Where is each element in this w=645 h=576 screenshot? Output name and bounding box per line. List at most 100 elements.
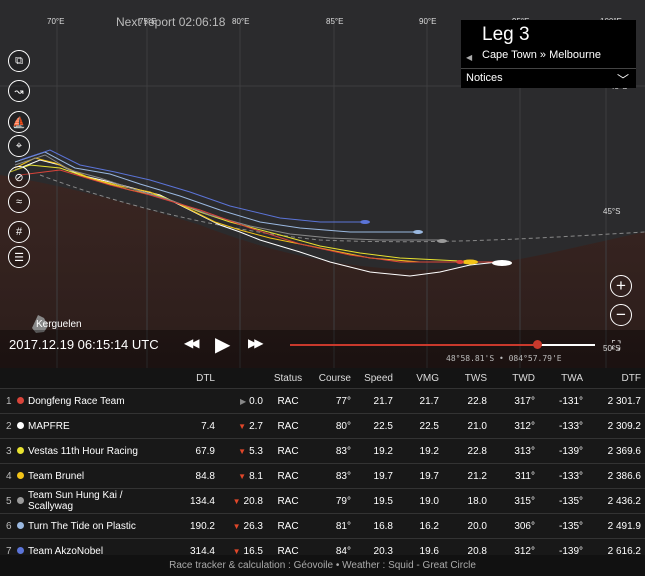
rank-cell: 3: [0, 438, 16, 464]
table-row[interactable]: 6 Turn The Tide on Plastic 190.2 ▼ 26.3 RAC 81…: [0, 513, 645, 539]
team-dot-icon: [17, 471, 24, 479]
column-header[interactable]: Status: [267, 368, 309, 389]
route-icon[interactable]: ↝: [8, 80, 30, 102]
dtf-cell: 2 309.2: [587, 413, 645, 439]
footer-credits: Race tracker & calculation : Géovoile • …: [0, 555, 645, 576]
boat-icon[interactable]: ⛵: [8, 111, 30, 133]
layers-icon[interactable]: ☰: [8, 246, 30, 268]
column-header[interactable]: TWA: [539, 368, 587, 389]
team-dot-icon: [17, 421, 24, 429]
table-row[interactable]: 3 Vestas 11th Hour Racing 67.9 ▼ 5.3 RAC 83° 19…: [0, 438, 645, 464]
team-dot-icon: [17, 521, 24, 529]
team-color-dot: [16, 513, 24, 539]
race-map[interactable]: 70°E 75°E 80°E 85°E 90°E 95°E 100°E 45°S…: [0, 0, 645, 388]
fullscreen-icon[interactable]: ⛶: [612, 338, 620, 353]
twd-cell: 311°: [491, 463, 539, 489]
team-name: Vestas 11th Hour Racing: [24, 438, 171, 464]
dtl-delta-cell: ▼ 26.3: [219, 513, 267, 539]
arrow-down-icon: ▼: [232, 521, 241, 531]
previous-leg-icon[interactable]: ◀: [466, 53, 472, 62]
team-dot-icon: [17, 496, 24, 504]
leg-route: Cape Town » Melbourne: [482, 49, 602, 61]
status-cell: RAC: [267, 438, 309, 464]
longitude-label: 85°E: [326, 17, 344, 26]
team-color-dot: [16, 438, 24, 464]
tws-cell: 20.0: [443, 513, 491, 539]
dtl-delta-value: 8.1: [249, 470, 263, 482]
table-row[interactable]: 5 Team Sun Hung Kai / Scallywag 134.4 ▼ 20.8…: [0, 488, 645, 514]
arrow-down-icon: ▼: [238, 446, 247, 456]
dtl-delta-cell: ▼ 20.8: [219, 488, 267, 514]
column-header[interactable]: TWS: [443, 368, 491, 389]
place-label: Kerguelen: [36, 319, 82, 330]
dtl-cell: 190.2: [171, 513, 219, 539]
rank-cell: 5: [0, 488, 16, 514]
vmg-cell: 19.7: [397, 463, 443, 489]
table-row[interactable]: 2 MAPFRE 7.4 ▼ 2.7 RAC 80° 22.5 22.5 21.0 312° -133…: [0, 413, 645, 439]
tws-cell: 22.8: [443, 438, 491, 464]
team-name: MAPFRE: [24, 413, 171, 439]
tws-cell: 21.2: [443, 463, 491, 489]
vmg-cell: 16.2: [397, 513, 443, 539]
compass-icon[interactable]: ⊘: [8, 166, 30, 188]
team-dot-icon: [17, 396, 24, 404]
column-header[interactable]: TWD: [491, 368, 539, 389]
vmg-cell: 21.7: [397, 388, 443, 414]
course-cell: 77°: [309, 388, 355, 414]
course-cell: 81°: [309, 513, 355, 539]
status-cell: RAC: [267, 463, 309, 489]
dtl-delta-cell: ▼ 8.1: [219, 463, 267, 489]
rank-cell: 1: [0, 388, 16, 414]
timeline-remaining[interactable]: [537, 344, 595, 346]
column-header[interactable]: DTF: [587, 368, 645, 389]
twd-cell: 312°: [491, 413, 539, 439]
speed-cell: 21.7: [355, 388, 397, 414]
dtl-delta-cell: ▼ 2.7: [219, 413, 267, 439]
twa-cell: -135°: [539, 513, 587, 539]
dtl-cell: 67.9: [171, 438, 219, 464]
vmg-cell: 22.5: [397, 413, 443, 439]
course-cell: 80°: [309, 413, 355, 439]
table-row[interactable]: 1 Dongfeng Race Team ▶ 0.0 RAC 77° 21.7 21.7 22.…: [0, 388, 645, 414]
status-cell: RAC: [267, 413, 309, 439]
table-header-row: DTL Status Course Speed VMG TWS TWD TWA …: [0, 368, 645, 389]
longitude-label: 90°E: [419, 17, 437, 26]
arrow-right-icon: ▶: [239, 396, 247, 406]
dtf-cell: 2 301.7: [587, 388, 645, 414]
zoom-in-button[interactable]: +: [610, 275, 632, 297]
chevron-down-icon: ﹀: [616, 73, 629, 87]
pin-icon[interactable]: ⌖: [8, 135, 30, 157]
arrow-down-icon: ▼: [232, 496, 241, 506]
status-cell: RAC: [267, 513, 309, 539]
column-header[interactable]: DTL: [171, 368, 219, 389]
dtl-delta-value: 2.7: [249, 420, 263, 432]
course-cell: 83°: [309, 463, 355, 489]
speed-cell: 16.8: [355, 513, 397, 539]
speed-cell: 19.7: [355, 463, 397, 489]
notices-dropdown[interactable]: Notices ﹀: [461, 68, 636, 88]
play-button[interactable]: ▶: [215, 332, 230, 357]
team-color-dot: [16, 388, 24, 414]
notices-label: Notices: [466, 72, 503, 84]
column-header[interactable]: VMG: [397, 368, 443, 389]
team-dot-icon: [17, 546, 24, 554]
column-header[interactable]: Course: [309, 368, 355, 389]
team-dot-icon: [17, 446, 24, 454]
fast-forward-button[interactable]: ▶▶: [248, 336, 264, 350]
dtl-cell: 7.4: [171, 413, 219, 439]
twa-cell: -139°: [539, 438, 587, 464]
zoom-out-button[interactable]: −: [610, 304, 632, 326]
vmg-cell: 19.2: [397, 438, 443, 464]
table-row[interactable]: 4 Team Brunel 84.8 ▼ 8.1 RAC 83° 19.7 19.7 21.2 31…: [0, 463, 645, 489]
grid-icon[interactable]: #: [8, 221, 30, 243]
rank-cell: 2: [0, 413, 16, 439]
dtl-delta-cell: ▶ 0.0: [219, 388, 267, 414]
wind-icon[interactable]: ≈: [8, 191, 30, 213]
column-header[interactable]: Speed: [355, 368, 397, 389]
rewind-button[interactable]: ◀◀: [184, 336, 200, 350]
tws-cell: 22.8: [443, 388, 491, 414]
dtl-cell: [171, 388, 219, 414]
map-icon[interactable]: ⧉: [8, 50, 30, 72]
timeline-slider-handle[interactable]: [533, 340, 543, 349]
team-name: Dongfeng Race Team: [24, 388, 171, 414]
